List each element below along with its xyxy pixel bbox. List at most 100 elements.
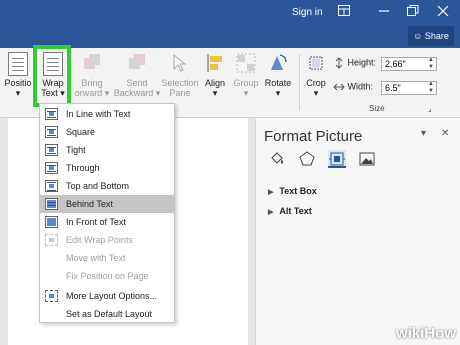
- position-icon: [8, 52, 28, 76]
- close-icon[interactable]: [437, 5, 449, 20]
- share-label: Share: [424, 31, 449, 41]
- in-front-of-text-icon: [45, 216, 58, 228]
- ribbon-display-icon[interactable]: [338, 5, 350, 19]
- alt-text-section[interactable]: ▶ Alt Text: [268, 206, 312, 216]
- menu-item-fix-position-on-page[interactable]: Fix Position on Page: [40, 267, 174, 285]
- group-button[interactable]: Group ▾: [232, 52, 260, 98]
- menu-item-label: Set as Default Layout: [66, 309, 153, 319]
- selection-pane-icon: [170, 52, 190, 76]
- rotate-icon: [268, 52, 288, 76]
- title-bar: Sign in: [0, 0, 460, 24]
- menu-item-square[interactable]: Square: [40, 123, 174, 141]
- selection-pane-button[interactable]: Selection Pane: [160, 52, 200, 98]
- menu-item-tight[interactable]: Tight: [40, 141, 174, 159]
- expand-arrow-icon: ▶: [268, 209, 274, 216]
- menu-item-label: Behind Text: [66, 199, 113, 209]
- behind-text-icon: [45, 198, 58, 210]
- menu-item-through[interactable]: Through: [40, 159, 174, 177]
- menu-item-set-as-default-layout[interactable]: Set as Default Layout: [40, 305, 174, 323]
- crop-label: Crop: [306, 78, 326, 88]
- size-dialog-launcher-icon[interactable]: ⌟: [428, 104, 432, 113]
- width-icon: [333, 83, 345, 91]
- group-caret: ▾: [243, 88, 249, 98]
- effects-icon[interactable]: [298, 150, 316, 168]
- menu-item-label: Edit Wrap Points: [66, 235, 133, 245]
- share-button[interactable]: ☺ Share: [408, 26, 454, 46]
- word-window: Sign in ☺ Share Positio ▾ Wrap Text ▾ Br…: [0, 0, 460, 345]
- wikihow-watermark: wikiHow: [395, 325, 456, 342]
- width-spinner[interactable]: ▲ ▼: [428, 81, 434, 95]
- through-wrap-icon: [45, 162, 58, 174]
- text-box-section[interactable]: ▶ Text Box: [268, 186, 317, 196]
- menu-item-edit-wrap-points[interactable]: Edit Wrap Points: [40, 231, 174, 249]
- height-icon: [335, 57, 343, 69]
- align-button[interactable]: Align ▾: [202, 52, 228, 98]
- send-backward-button[interactable]: Send Backward ▾: [113, 52, 161, 98]
- width-label: Width:: [347, 81, 374, 92]
- bring-forward-icon: [82, 52, 102, 76]
- height-label: Height:: [347, 57, 377, 68]
- height-row: Height:: [333, 57, 376, 69]
- rotate-button[interactable]: Rotate ▾: [263, 52, 293, 98]
- wrap-text-menu: In Line with Text Square Tight Through T…: [39, 103, 175, 323]
- crop-button[interactable]: Crop ▾: [303, 52, 329, 98]
- sign-in-link[interactable]: Sign in: [292, 7, 323, 18]
- group-label: Group: [233, 78, 259, 88]
- format-picture-pane: Format Picture ▾ ✕ ▶ Text Box ▶ Alt Text: [255, 118, 460, 345]
- height-spinner[interactable]: ▲ ▼: [428, 57, 434, 71]
- width-field[interactable]: 6.5" ▲ ▼: [381, 81, 437, 95]
- pane-close-icon[interactable]: ✕: [441, 128, 449, 139]
- square-wrap-icon: [45, 126, 58, 138]
- rotate-label: Rotate: [264, 78, 292, 88]
- width-value: 6.5": [385, 83, 401, 93]
- menu-item-label: Square: [66, 127, 96, 137]
- fill-line-icon[interactable]: [268, 150, 286, 168]
- crop-caret: ▾: [313, 88, 319, 98]
- menu-item-label: Through: [66, 163, 100, 173]
- wrap-text-highlight: [33, 45, 71, 107]
- height-field[interactable]: 2.66" ▲ ▼: [381, 57, 437, 71]
- person-icon: ☺: [413, 31, 423, 41]
- pane-title: Format Picture: [264, 128, 363, 145]
- tight-wrap-icon: [45, 144, 58, 156]
- menu-item-behind-text[interactable]: Behind Text: [40, 195, 174, 213]
- height-value: 2.66": [385, 59, 406, 69]
- menu-item-label: Top and Bottom: [66, 181, 130, 191]
- send-backward-icon: [127, 52, 147, 76]
- menu-item-label: In Front of Text: [66, 217, 126, 227]
- in-line-icon: [45, 108, 58, 120]
- menu-item-in-front-of-text[interactable]: In Front of Text: [40, 213, 174, 231]
- size-group-label: Size: [369, 104, 385, 113]
- bring-forward-label-2: orward ▾: [74, 88, 110, 98]
- align-caret: ▾: [212, 88, 218, 98]
- align-icon: [205, 52, 225, 76]
- restore-icon[interactable]: [407, 5, 419, 19]
- width-row: Width:: [333, 81, 373, 93]
- menu-item-top-and-bottom[interactable]: Top and Bottom: [40, 177, 174, 195]
- layout-properties-icon[interactable]: [328, 150, 346, 168]
- menu-item-label: In Line with Text: [66, 109, 131, 119]
- menu-item-label: More Layout Options...: [66, 291, 158, 301]
- selection-pane-label-2: Pane: [169, 88, 191, 98]
- align-label: Align: [204, 78, 225, 88]
- expand-arrow-icon: ▶: [268, 189, 274, 196]
- position-button[interactable]: Positio ▾: [3, 52, 33, 98]
- pane-options-dropdown[interactable]: ▾: [421, 128, 426, 139]
- menu-item-more-layout-options[interactable]: More Layout Options...: [40, 287, 174, 305]
- rotate-caret: ▾: [275, 88, 281, 98]
- alt-text-label: Alt Text: [279, 206, 312, 216]
- minimize-icon[interactable]: [378, 3, 390, 18]
- menu-item-in-line-with-text[interactable]: In Line with Text: [40, 105, 174, 123]
- position-label: Positio: [4, 78, 32, 88]
- send-backward-label: Send: [126, 78, 148, 88]
- pane-tabs: [264, 150, 384, 170]
- top-bottom-wrap-icon: [45, 180, 58, 192]
- menu-item-move-with-text[interactable]: Move with Text: [40, 249, 174, 267]
- position-caret: ▾: [15, 88, 21, 98]
- layout-options-icon: [45, 290, 58, 302]
- bring-forward-button[interactable]: Bring orward ▾: [74, 52, 110, 98]
- bring-forward-label: Bring: [81, 78, 103, 88]
- menu-item-label: Tight: [66, 145, 86, 155]
- menu-item-label: Move with Text: [66, 253, 126, 263]
- picture-icon[interactable]: [358, 150, 376, 168]
